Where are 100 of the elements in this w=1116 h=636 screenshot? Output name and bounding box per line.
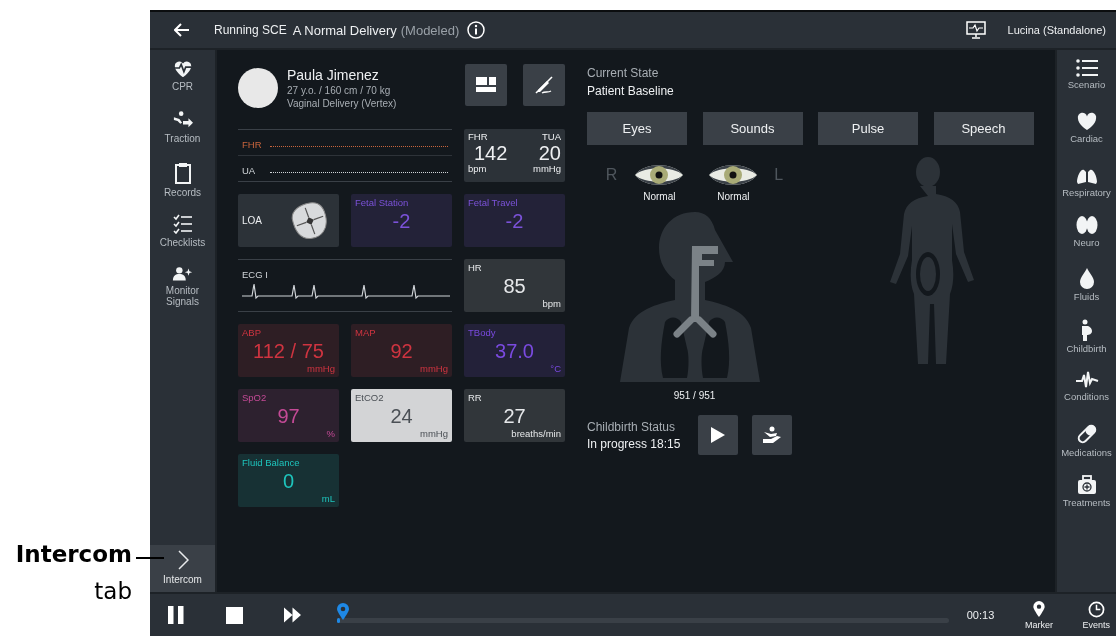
trace-label: ECG I xyxy=(242,269,268,280)
layout-button[interactable] xyxy=(465,64,507,106)
intercom-tab[interactable]: Intercom xyxy=(150,545,215,592)
chevron-right-icon xyxy=(176,550,189,570)
eye-side-label: R xyxy=(605,166,618,184)
timeline-marker-icon[interactable] xyxy=(336,603,349,621)
draw-off-button[interactable] xyxy=(523,64,565,106)
rail-item[interactable]: Fluids xyxy=(1057,261,1116,313)
location-pin-icon xyxy=(1032,600,1045,618)
vital-label: Fluid Balance xyxy=(242,457,300,468)
info-button[interactable] xyxy=(467,21,486,39)
rail-item[interactable]: Monitor Signals xyxy=(150,260,215,312)
rail-item[interactable]: Treatments xyxy=(1057,469,1116,521)
stop-button[interactable] xyxy=(225,605,243,625)
vital-unit: mL xyxy=(321,493,335,504)
monitor-pulse-icon xyxy=(965,21,986,39)
leader-line xyxy=(136,557,164,559)
rail-item[interactable]: Scenario xyxy=(1057,53,1116,105)
timeline-track[interactable] xyxy=(336,618,949,623)
delivery-type: Vaginal Delivery (Vertex) xyxy=(287,98,397,109)
vital-value: 24 xyxy=(389,405,414,428)
hands-arrow-icon xyxy=(171,110,194,130)
rail-item[interactable]: Traction xyxy=(150,104,215,156)
callout-title: Intercom xyxy=(15,541,132,567)
events-button[interactable]: Events xyxy=(1076,600,1116,630)
drop-icon xyxy=(1078,267,1095,289)
person-sparkle-icon xyxy=(171,266,194,282)
vital-value: 27 xyxy=(502,405,527,428)
vital-label: TBody xyxy=(468,327,496,338)
airway-reading: 951 / 951 xyxy=(673,390,716,401)
vital-unit: bpm xyxy=(542,298,561,309)
vital-value: 20 xyxy=(538,142,561,164)
state-value: Patient Baseline xyxy=(587,84,675,98)
rail-item[interactable]: Respiratory xyxy=(1057,157,1116,209)
back-button[interactable] xyxy=(174,23,190,37)
back-arrow-icon xyxy=(174,23,190,37)
vital-unit: mmHg xyxy=(420,428,448,439)
vital-value: -2 xyxy=(391,210,412,233)
childbirth-label: Childbirth Status xyxy=(587,419,677,434)
rail-item[interactable]: Medications xyxy=(1057,417,1116,469)
pen-crossed-icon xyxy=(534,75,554,95)
play-button[interactable] xyxy=(698,415,738,455)
vital-unit: °C xyxy=(550,363,561,374)
rail-item[interactable]: Checklists xyxy=(150,208,215,260)
vital-value: 142 xyxy=(474,142,509,164)
device-name: Lucina (Standalone) xyxy=(1007,24,1106,36)
clock-icon xyxy=(1087,600,1105,618)
vital-label: FHR xyxy=(468,132,489,142)
checklist-icon xyxy=(172,214,193,234)
hand-baby-icon xyxy=(761,426,783,444)
mode-label: (Modeled) xyxy=(400,22,460,38)
play-icon xyxy=(711,427,725,443)
vital-label: Fetal Station xyxy=(355,197,409,208)
callout-text: tab xyxy=(94,578,132,604)
exam-button[interactable]: Sounds xyxy=(702,112,803,145)
vital-unit: mmHg xyxy=(533,163,561,174)
marker-button[interactable]: Marker xyxy=(1019,600,1059,630)
vital-label: HR xyxy=(468,262,482,273)
heart-icon xyxy=(1075,111,1098,131)
eye-status: Normal xyxy=(643,191,676,202)
patient-details: 27 y.o. / 160 cm / 70 kg xyxy=(287,85,392,96)
brain-icon xyxy=(1075,215,1098,235)
vital-label: SpO2 xyxy=(242,392,267,403)
fast-forward-icon xyxy=(283,607,301,623)
vital-unit: % xyxy=(326,428,335,439)
trace-label: FHR xyxy=(242,138,262,150)
vital-value: 97 xyxy=(276,405,301,428)
rail-item[interactable]: CPR xyxy=(150,52,215,104)
avatar-placeholder xyxy=(238,68,278,108)
stop-icon xyxy=(225,606,243,624)
vital-value: 85 xyxy=(502,275,527,298)
pause-button[interactable] xyxy=(168,605,185,625)
vital-value: 0 xyxy=(281,470,296,493)
patient-name: Paula Jimenez xyxy=(287,67,380,83)
vital-label: MAP xyxy=(355,327,376,338)
exam-button[interactable]: Speech xyxy=(933,112,1034,145)
vital-value: 37.0 xyxy=(494,340,535,363)
vital-label: Fetal Travel xyxy=(468,197,518,208)
pill-icon xyxy=(1075,423,1098,445)
exam-button[interactable]: Pulse xyxy=(818,112,918,145)
rail-item[interactable]: Cardiac xyxy=(1057,105,1116,157)
eye-side-label: L xyxy=(774,166,784,184)
pulse-line-icon xyxy=(1074,371,1099,389)
deliver-button[interactable] xyxy=(752,415,792,455)
rail-item[interactable]: Records xyxy=(150,156,215,208)
eye-status: Normal xyxy=(717,191,750,202)
pregnant-figure-icon xyxy=(1079,319,1094,341)
rail-item[interactable]: Conditions xyxy=(1057,365,1116,417)
monitor-button[interactable] xyxy=(965,21,986,39)
vital-label: RR xyxy=(468,392,482,403)
rail-item[interactable]: Neuro xyxy=(1057,209,1116,261)
fast-forward-button[interactable] xyxy=(283,605,301,625)
pause-icon xyxy=(168,606,185,624)
vital-label: ABP xyxy=(242,327,261,338)
rail-item[interactable]: Childbirth xyxy=(1057,313,1116,365)
state-label: Current State xyxy=(587,66,660,80)
exam-button[interactable]: Eyes xyxy=(587,112,687,145)
clipboard-icon xyxy=(173,162,192,184)
elapsed-time: 00:13 xyxy=(966,609,995,621)
scenario-name: A Normal Delivery xyxy=(292,22,397,38)
